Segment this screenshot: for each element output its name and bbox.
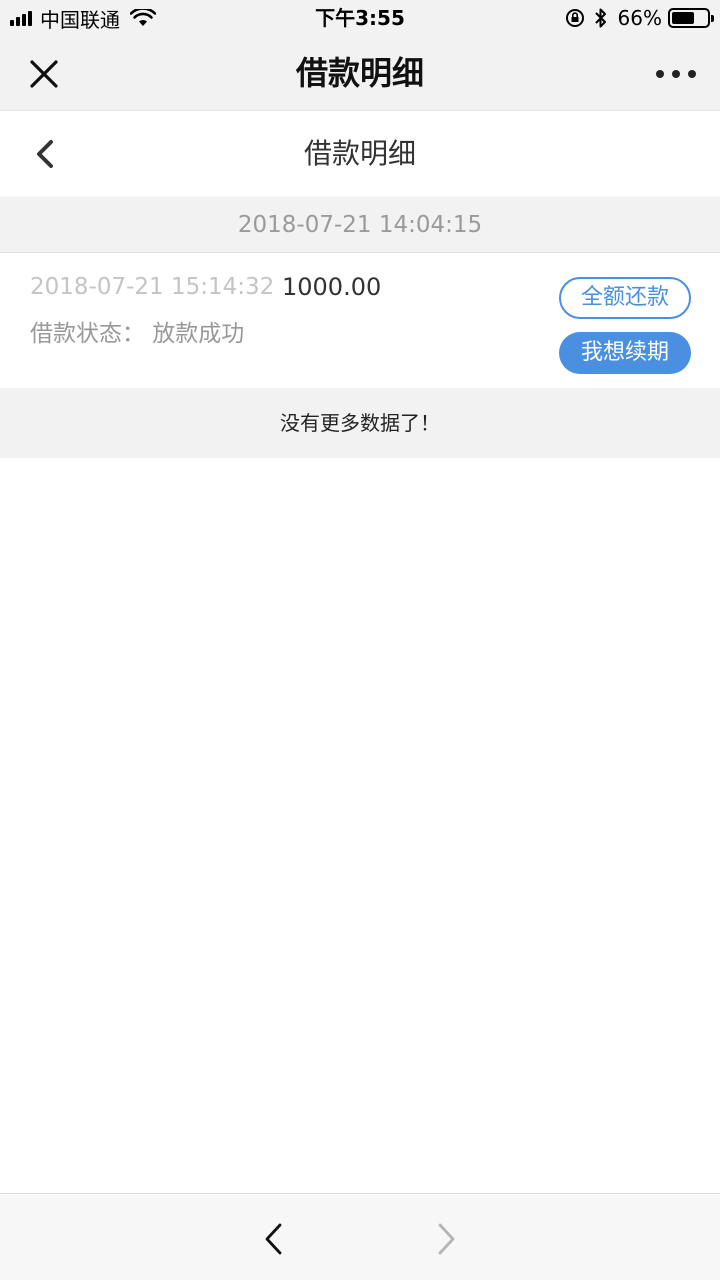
- date-group-header: 2018-07-21 14:04:15: [0, 197, 720, 253]
- battery-fill: [672, 12, 695, 24]
- renew-button[interactable]: 我想续期: [559, 332, 691, 374]
- wechat-nav-title: 借款明细: [295, 54, 424, 92]
- bottom-toolbar: [0, 1193, 720, 1280]
- battery-icon: [668, 8, 714, 28]
- loan-record: 2018-07-21 15:14:32 1000.00 借款状态： 放款成功 全…: [0, 254, 720, 388]
- orientation-lock-icon: [565, 9, 584, 27]
- page-header: 借款明细: [0, 111, 720, 197]
- record-time: 2018-07-21 15:14:32: [30, 274, 275, 300]
- more-icon[interactable]: [656, 64, 696, 84]
- wechat-nav-bar: 借款明细: [0, 36, 720, 111]
- browser-back-icon[interactable]: [262, 1222, 286, 1256]
- page-title: 借款明细: [303, 137, 416, 170]
- bluetooth-icon: [594, 8, 606, 28]
- status-bar: 中国联通 下午3:55 66%: [0, 0, 720, 36]
- status-right: 66%: [564, 0, 714, 36]
- no-more-data: 没有更多数据了！: [0, 388, 720, 458]
- browser-forward-icon[interactable]: [434, 1222, 458, 1256]
- full-repay-button[interactable]: 全额还款: [559, 277, 691, 319]
- record-amount: 1000.00: [282, 273, 382, 301]
- record-status: 借款状态： 放款成功: [30, 321, 245, 347]
- battery-percent: 66%: [617, 6, 662, 30]
